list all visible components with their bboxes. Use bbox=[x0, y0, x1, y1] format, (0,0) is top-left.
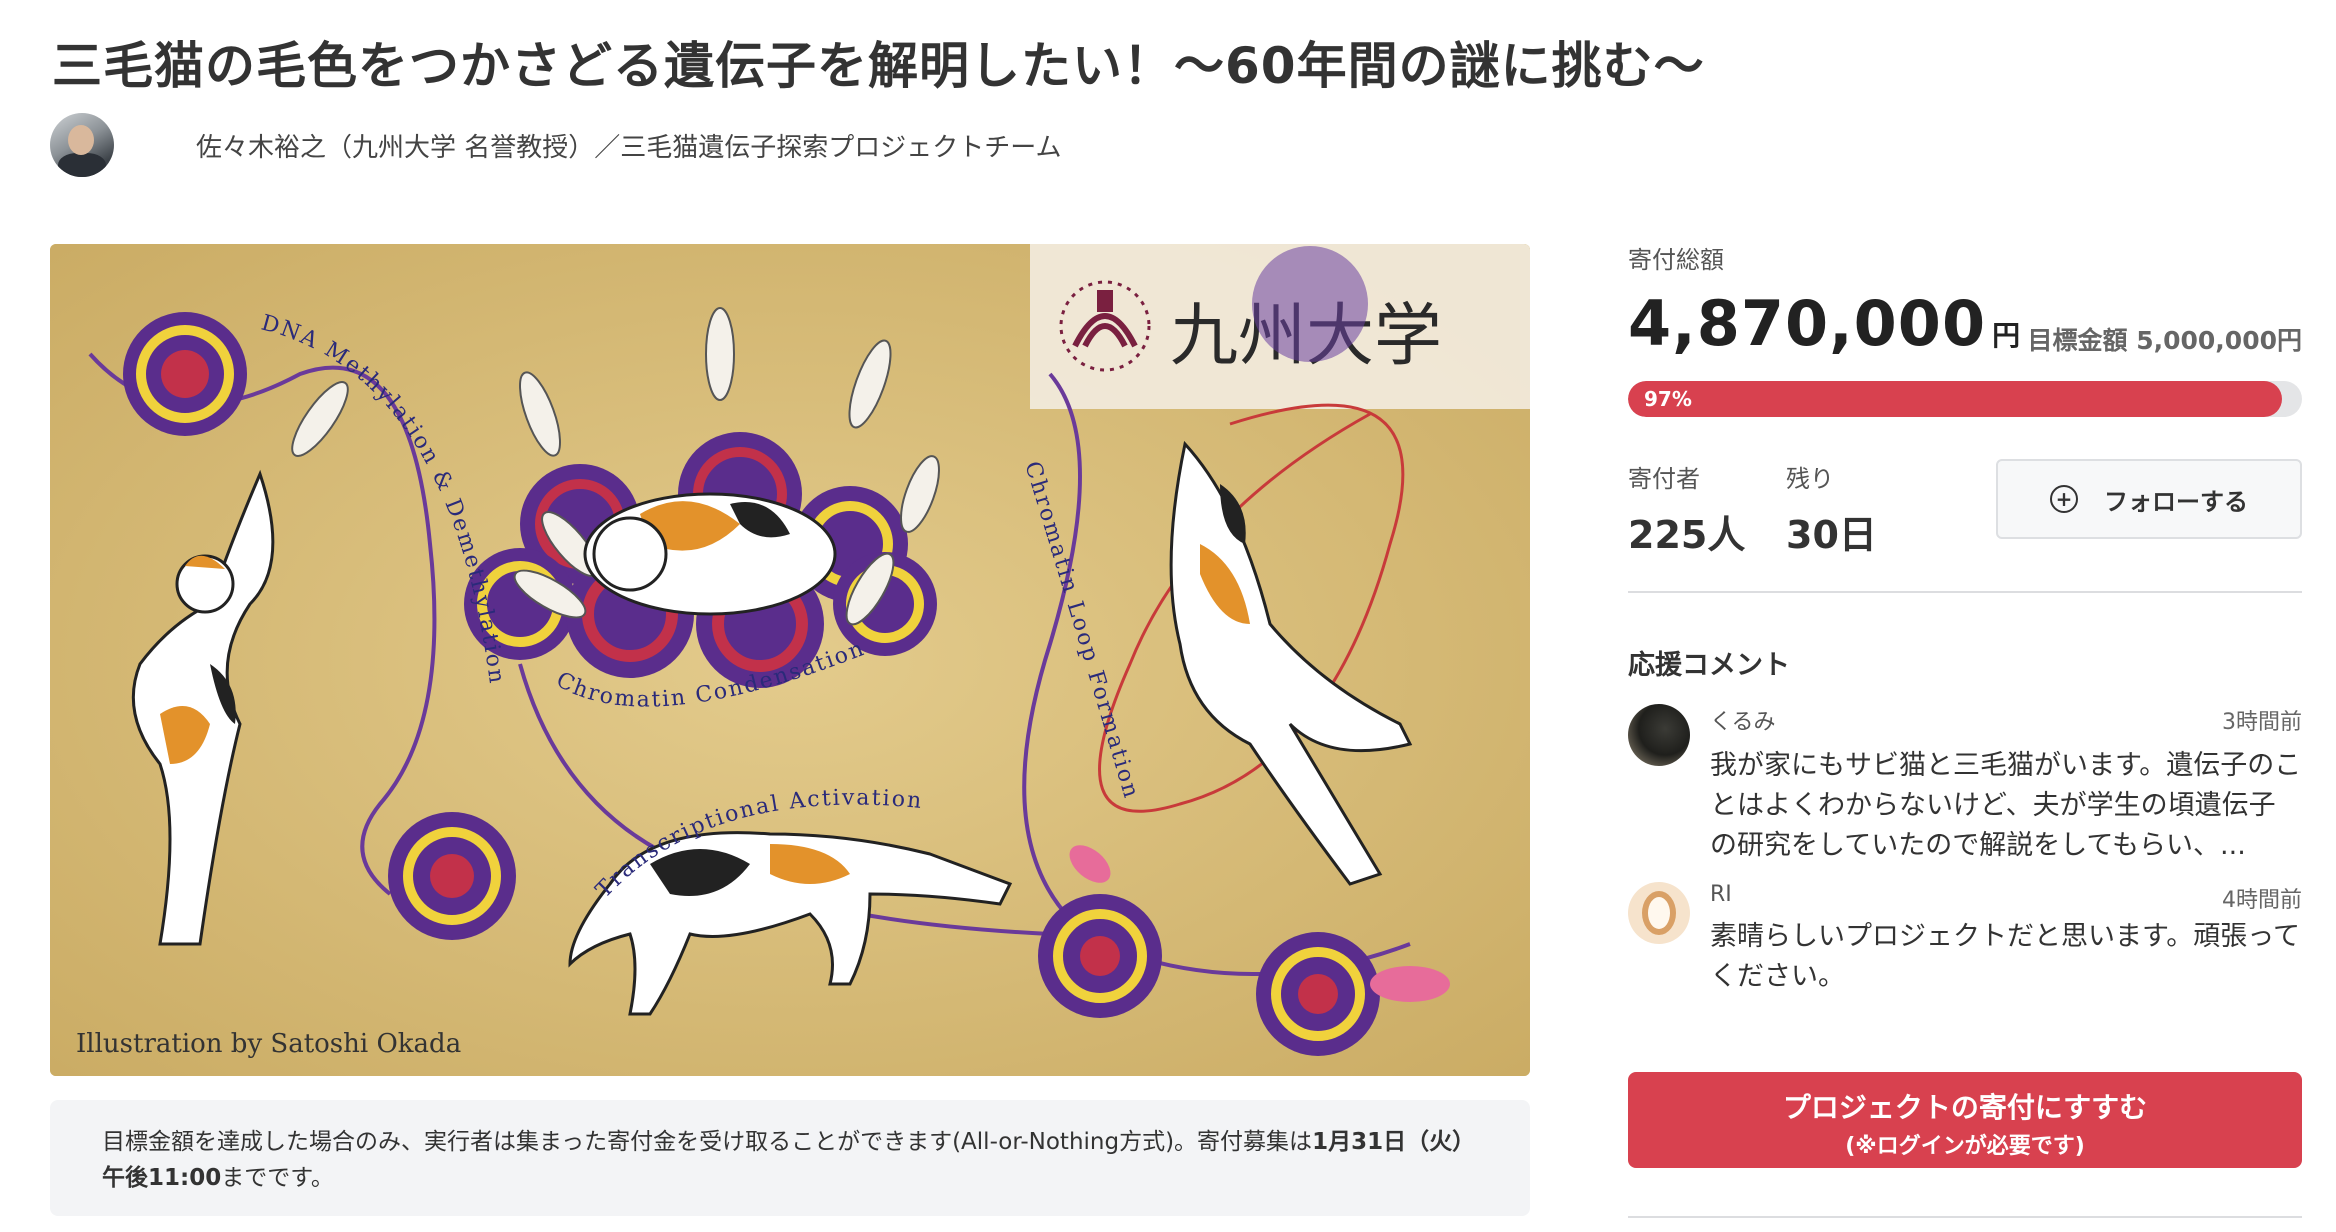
note-text-1: 目標金額を達成した場合のみ、実行者は集まった寄付金を受け取ることができます(Al… bbox=[102, 1129, 1313, 1155]
supporters-label: 寄付者 bbox=[1628, 465, 1700, 493]
amount-row: 4,870,000 円 目標金額 5,000,000円 bbox=[1628, 287, 2302, 367]
total-label: 寄付総額 bbox=[1628, 246, 1724, 274]
commenter-avatar[interactable] bbox=[1628, 704, 1690, 766]
author-name[interactable]: 佐々木裕之（九州大学 名誉教授）／三毛猫遺伝子探索プロジェクトチーム bbox=[196, 127, 1062, 164]
comment-text: 我が家にもサビ猫と三毛猫がいます。遺伝子のことはよくわからないけど、夫が学生の頃… bbox=[1710, 750, 2302, 861]
supporters-stat: 寄付者 225人 bbox=[1628, 459, 1745, 559]
remaining-stat: 残り 30日 bbox=[1786, 459, 1877, 559]
commenter-avatar[interactable] bbox=[1628, 882, 1690, 944]
follow-label: フォローする bbox=[2104, 487, 2248, 516]
donate-login-note: (※ログインが必要です) bbox=[1845, 1134, 2085, 1159]
commenter-name[interactable]: くるみ bbox=[1710, 704, 2302, 736]
funding-sidebar: 寄付総額 4,870,000 円 目標金額 5,000,000円 97% 寄付者 … bbox=[1628, 240, 2302, 997]
currency-label: 円 bbox=[1992, 319, 2021, 352]
follow-button[interactable]: + フォローする bbox=[1996, 459, 2302, 539]
goal-amount: 目標金額 5,000,000円 bbox=[2027, 326, 2302, 355]
progress-percent: 97% bbox=[1644, 387, 1692, 411]
divider bbox=[1628, 1216, 2302, 1218]
progress-bar: 97% bbox=[1628, 381, 2302, 417]
remaining-label: 残り bbox=[1786, 465, 1834, 493]
comments-section-title: 応援コメント bbox=[1628, 650, 1790, 681]
divider bbox=[1628, 591, 2302, 593]
comment-item[interactable]: RI 4時間前 素晴らしいプロジェクトだと思います。頑張ってください。 bbox=[1628, 882, 2302, 997]
comment-text: 素晴らしいプロジェクトだと思います。頑張ってください。 bbox=[1710, 921, 2300, 992]
note-text-2: までです。 bbox=[221, 1165, 334, 1191]
plus-circle-icon: + bbox=[2050, 485, 2078, 513]
author-row[interactable]: 佐々木裕之（九州大学 名誉教授）／三毛猫遺伝子探索プロジェクトチーム bbox=[50, 112, 1062, 178]
supporters-count: 225人 bbox=[1628, 513, 1746, 557]
illustration-credit: Illustration by Satoshi Okada bbox=[76, 1029, 461, 1059]
donate-button-label: プロジェクトの寄付にすすむ bbox=[1782, 1091, 2148, 1124]
commenter-name[interactable]: RI bbox=[1710, 882, 2302, 907]
project-title: 三毛猫の毛色をつかさどる遺伝子を解明したい！〜60年間の謎に挑む〜 bbox=[52, 37, 1705, 95]
hero-illustration: 九州大学 bbox=[50, 244, 1530, 1076]
cat-sleeping bbox=[583, 492, 837, 616]
donate-button[interactable]: プロジェクトの寄付にすすむ (※ログインが必要です) bbox=[1628, 1072, 2302, 1168]
comment-time: 4時間前 bbox=[2222, 888, 2302, 913]
stats-row: 寄付者 225人 残り 30日 + フォローする bbox=[1628, 459, 2302, 557]
all-or-nothing-note: 目標金額を達成した場合のみ、実行者は集まった寄付金を受け取ることができます(Al… bbox=[50, 1100, 1530, 1216]
remaining-days: 30日 bbox=[1786, 513, 1877, 557]
calico-cat-illustration: 九州大学 bbox=[50, 244, 1530, 1076]
progress-bar-fill: 97% bbox=[1628, 381, 2282, 417]
comment-item[interactable]: くるみ 3時間前 我が家にもサビ猫と三毛猫がいます。遺伝子のことはよくわからない… bbox=[1628, 704, 2302, 866]
author-avatar[interactable] bbox=[50, 113, 114, 177]
comment-time: 3時間前 bbox=[2222, 710, 2302, 735]
total-amount: 4,870,000 bbox=[1628, 287, 1987, 360]
